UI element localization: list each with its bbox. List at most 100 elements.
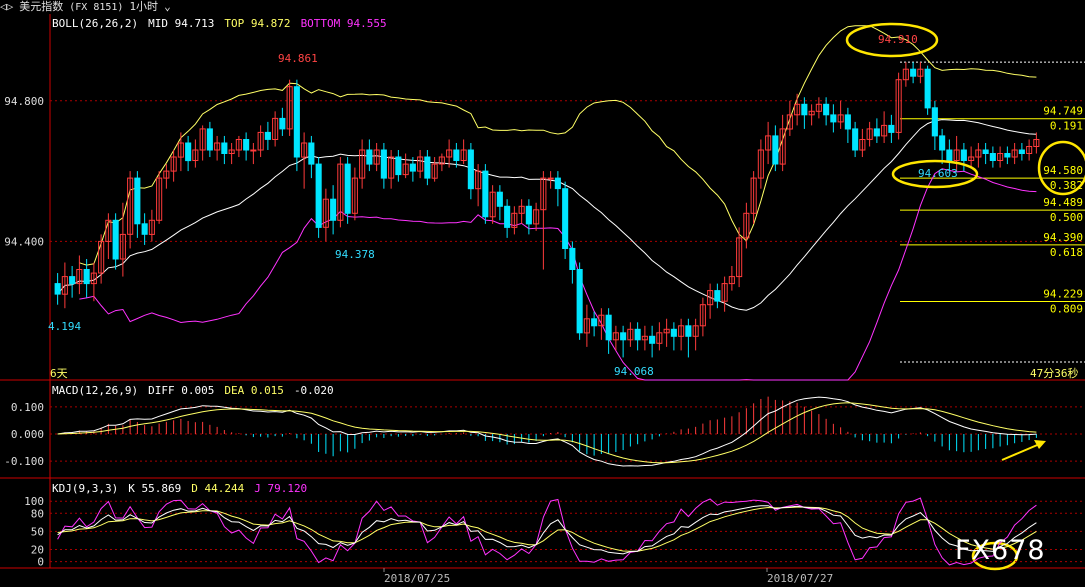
fib-price-label: 94.580: [1043, 164, 1083, 177]
candle-body: [395, 156, 402, 176]
candle-body: [69, 276, 76, 285]
candle-body: [844, 114, 851, 130]
boll-top: TOP 94.872: [224, 17, 291, 30]
candle-body: [576, 269, 583, 334]
macd-y-tick-label: 0.100: [11, 401, 44, 414]
kdj-y-tick-label: 0: [37, 556, 44, 569]
left-low-label: 4.194: [48, 320, 82, 333]
kdj-d: D 44.244: [191, 482, 245, 495]
period-selector[interactable]: 1小时: [129, 0, 158, 13]
candle-body: [960, 149, 967, 161]
x-date-2: 2018/07/27: [767, 572, 834, 585]
candle-body: [112, 219, 119, 260]
y-tick-label: 94.400: [4, 235, 44, 248]
high-label: 94.910: [878, 33, 918, 46]
chart-background: [0, 0, 1085, 587]
candle-body: [264, 131, 271, 140]
candle-body: [569, 247, 576, 270]
fib-price-label: 94.749: [1043, 105, 1083, 118]
candle-body: [453, 149, 460, 161]
candle-body: [279, 117, 286, 130]
candle-body: [939, 135, 946, 151]
left-high-label: 94.861: [278, 52, 318, 65]
boll-bottom: BOTTOM 94.555: [300, 17, 387, 30]
instrument-title: 美元指数: [19, 0, 64, 13]
candle-body: [504, 205, 511, 228]
fib-price-label: 94.489: [1043, 196, 1083, 209]
candle-body: [467, 149, 474, 190]
kdj-j: J 79.120: [254, 482, 308, 495]
candle-body: [605, 314, 612, 341]
candle-body: [330, 198, 337, 221]
nav-arrows-icon[interactable]: ◁▷: [0, 0, 13, 13]
candle-body: [1018, 149, 1025, 154]
candle-body: [54, 283, 61, 295]
candle-body: [83, 269, 90, 285]
candle-body: [366, 149, 373, 165]
candle-body: [685, 325, 692, 337]
candle-body: [1004, 153, 1011, 158]
bottom-low-label: 94.068: [614, 365, 654, 378]
fib-ratio-label: 0.500: [1050, 211, 1083, 224]
candle-body: [823, 103, 830, 116]
boll-mid: MID 94.713: [148, 17, 215, 30]
candle-body: [830, 114, 837, 123]
fib-ratio-label: 0.382: [1050, 179, 1083, 192]
candle-body: [989, 153, 996, 161]
candle-body: [649, 335, 656, 344]
macd-label[interactable]: MACD(12,26,9): [52, 384, 138, 397]
candle-body: [910, 68, 917, 77]
candle-body: [243, 139, 250, 151]
candle-body: [344, 163, 351, 214]
watermark-logo: FX678: [955, 535, 1046, 566]
candle-body: [547, 177, 554, 180]
header-bar: ◁▷ 美元指数 (FX 8151) 1小时 ⌄: [0, 0, 1085, 14]
boll-legend: BOLL(26,26,2) MID 94.713 TOP 94.872 BOTTOM …: [52, 17, 397, 30]
kdj-legend: KDJ(9,3,3) K 55.869 D 44.244 J 79.120: [52, 482, 317, 495]
candle-body: [772, 135, 779, 165]
macd-y-tick-label: 0.000: [11, 428, 44, 441]
candle-body: [525, 205, 532, 225]
macd-legend: MACD(12,26,9) DIFF 0.005 DEA 0.015 -0.020: [52, 384, 344, 397]
candle-body: [206, 128, 213, 151]
candle-body: [946, 149, 953, 161]
candle-body: [293, 86, 300, 158]
candle-body: [141, 223, 148, 235]
fib-ratio-label: 0.809: [1050, 303, 1083, 316]
macd-dea: DEA 0.015: [224, 384, 284, 397]
candle-body: [554, 177, 561, 190]
candle-body: [308, 142, 315, 165]
countdown-label: 47分36秒: [1030, 367, 1079, 380]
candle-body: [924, 68, 931, 109]
candle-body: [620, 332, 627, 341]
kdj-y-tick-label: 20: [31, 544, 44, 557]
fib-ratio-label: 0.191: [1050, 120, 1083, 133]
candle-body: [424, 156, 431, 179]
recent-low-label: 94.603: [918, 167, 958, 180]
candle-body: [670, 328, 677, 337]
mid-low-label: 94.378: [335, 248, 375, 261]
chevron-down-icon[interactable]: ⌄: [164, 0, 171, 13]
candle-body: [134, 177, 141, 225]
candle-body: [409, 163, 416, 172]
boll-label[interactable]: BOLL(26,26,2): [52, 17, 138, 30]
candle-body: [852, 128, 859, 151]
instrument-code: (FX 8151): [69, 2, 124, 13]
candle-body: [250, 149, 257, 152]
kdj-k: K 55.869: [128, 482, 182, 495]
candle-body: [591, 318, 598, 327]
candle-body: [982, 149, 989, 154]
kdj-label[interactable]: KDJ(9,3,3): [52, 482, 118, 495]
fib-ratio-label: 0.618: [1050, 246, 1083, 259]
candle-body: [873, 128, 880, 137]
macd-diff: DIFF 0.005: [148, 384, 215, 397]
macd-y-tick-label: -0.100: [4, 455, 44, 468]
candle-body: [562, 188, 569, 249]
candle-body: [315, 163, 322, 228]
fib-price-label: 94.229: [1043, 288, 1083, 301]
kdj-y-tick-label: 50: [31, 525, 44, 538]
candle-body: [380, 149, 387, 179]
price-chart[interactable]: 94.400 94.800 94.749 0.191 94.580 0.382 94.489…: [0, 0, 1085, 587]
fib-price-label: 94.390: [1043, 231, 1083, 244]
y-tick-label: 94.800: [4, 95, 44, 108]
